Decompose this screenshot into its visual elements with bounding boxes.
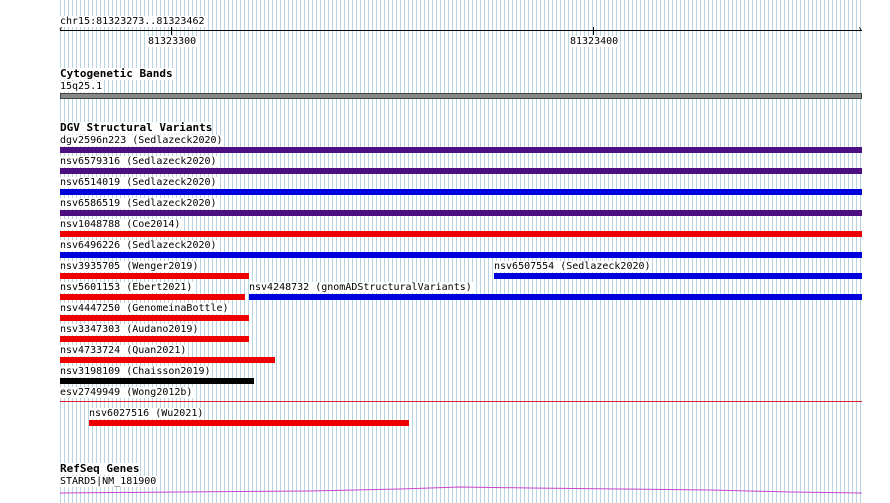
feature-label: nsv4447250 (GenomeinaBottle)	[60, 303, 230, 314]
ruler-tick-label: 81323300	[148, 36, 198, 47]
arrow-right-icon: ›	[857, 24, 864, 35]
variant-bar[interactable]	[60, 315, 249, 321]
variant-bar[interactable]	[249, 294, 862, 300]
variant-bar[interactable]	[60, 336, 249, 342]
track-title-refseq[interactable]: RefSeq Genes	[60, 463, 140, 475]
variant-bar[interactable]	[60, 168, 862, 174]
feature-label: nsv4248732 (gnomADStructuralVariants)	[249, 282, 473, 293]
ruler-tick	[593, 27, 594, 35]
variant-bar[interactable]	[60, 231, 862, 237]
feature-label: dgv2596n223 (Sedlazeck2020)	[60, 135, 224, 146]
ruler-line	[60, 30, 862, 31]
variant-bar[interactable]	[60, 378, 254, 384]
feature-label: nsv6496226 (Sedlazeck2020)	[60, 240, 218, 251]
feature-label: nsv6586519 (Sedlazeck2020)	[60, 198, 218, 209]
variant-bar[interactable]	[60, 189, 862, 195]
gene-intron-line[interactable]	[60, 484, 862, 496]
variant-bar[interactable]	[89, 420, 409, 426]
cytoband-label: 15q25.1	[60, 81, 104, 92]
feature-label: nsv6027516 (Wu2021)	[89, 408, 205, 419]
variant-bar[interactable]	[60, 294, 245, 300]
track-title-cytoband[interactable]: Cytogenetic Bands	[60, 68, 173, 80]
feature-label: nsv3347303 (Audano2019)	[60, 324, 200, 335]
variant-bar[interactable]	[494, 273, 862, 279]
ruler-tick	[171, 27, 172, 35]
cytoband-bar[interactable]	[60, 93, 862, 99]
ruler-tick-label: 81323400	[570, 36, 620, 47]
variant-bar[interactable]	[60, 147, 862, 153]
feature-label: nsv6579316 (Sedlazeck2020)	[60, 156, 218, 167]
feature-label: nsv4733724 (Quan2021)	[60, 345, 188, 356]
ruler-position-label: chr15:81323273..81323462	[60, 16, 206, 27]
feature-label: nsv5601153 (Ebert2021)	[60, 282, 194, 293]
variant-bar[interactable]	[60, 273, 249, 279]
feature-label: esv2749949 (Wong2012b)	[60, 387, 194, 398]
feature-label: nsv6507554 (Sedlazeck2020)	[494, 261, 652, 272]
feature-label: nsv1048788 (Coe2014)	[60, 219, 182, 230]
variant-bar[interactable]	[60, 357, 275, 363]
feature-label: nsv3198109 (Chaisson2019)	[60, 366, 212, 377]
variant-bar[interactable]	[60, 210, 862, 216]
arrow-left-icon: ‹	[58, 24, 65, 35]
track-title-dgv[interactable]: DGV Structural Variants	[60, 122, 213, 134]
feature-label: nsv6514019 (Sedlazeck2020)	[60, 177, 218, 188]
feature-label: nsv3935705 (Wenger2019)	[60, 261, 200, 272]
variant-bar[interactable]	[60, 252, 862, 258]
variant-line[interactable]	[60, 401, 862, 402]
